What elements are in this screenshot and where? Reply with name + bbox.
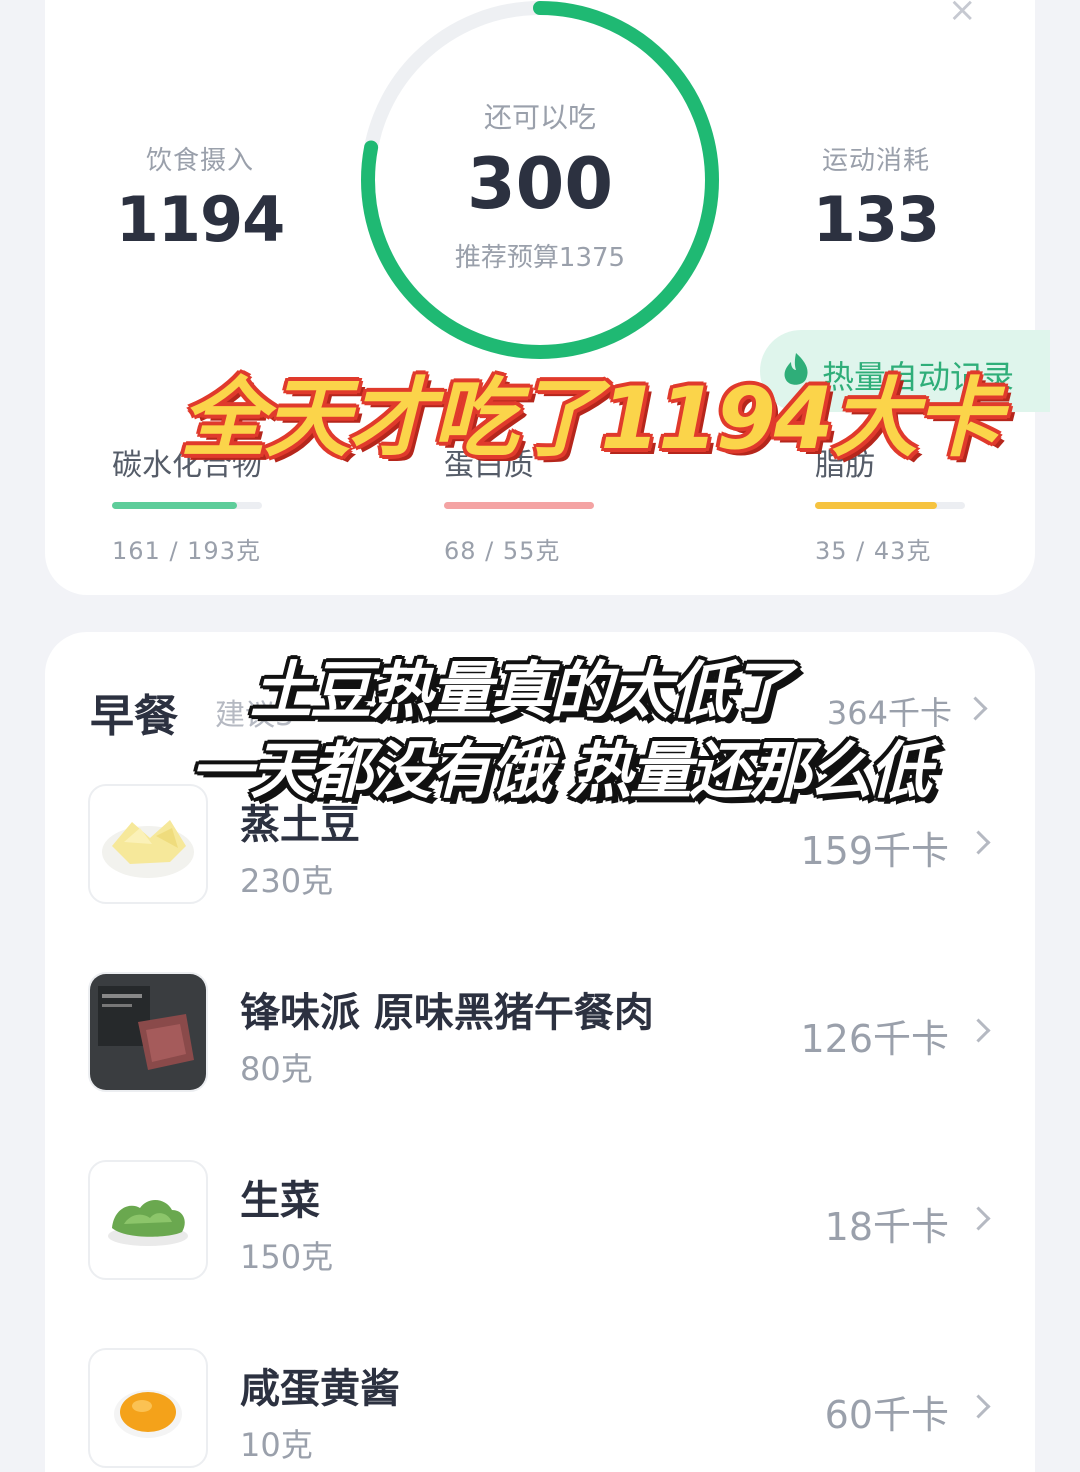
intake-stat[interactable]: 饮食摄入 1194	[110, 140, 290, 256]
egg-yolk-sauce-thumbnail	[88, 1348, 208, 1468]
remaining-label: 还可以吃	[483, 101, 596, 134]
headline-caption: 全天才吃了1194大卡	[180, 369, 1001, 469]
food-item-row[interactable]: 咸蛋黄酱 10克 60千卡	[88, 1348, 993, 1468]
remaining-value: 300	[466, 143, 614, 225]
burn-value: 133	[812, 183, 940, 256]
caption-line-2: 一天都没有饿 热量还那么低	[190, 734, 932, 807]
luncheon-meat-image	[90, 974, 206, 1090]
chevron-right-icon	[966, 1394, 991, 1419]
food-name: 生菜	[240, 1178, 320, 1224]
luncheon-meat-thumbnail	[88, 972, 208, 1092]
food-kcal: 159千卡	[800, 829, 949, 873]
chevron-right-icon	[966, 1206, 991, 1231]
chevron-right-icon	[966, 830, 991, 855]
macro-bar	[444, 502, 594, 509]
intake-label: 饮食摄入	[145, 146, 254, 176]
exercise-burn-stat[interactable]: 运动消耗 133	[786, 140, 966, 256]
food-amount: 10克	[240, 1426, 313, 1464]
macro-bar-fill	[444, 502, 594, 509]
macro-bar-fill	[112, 502, 237, 509]
macro-bar	[112, 502, 262, 509]
food-amount: 80克	[240, 1050, 313, 1088]
close-icon[interactable]: ×	[948, 0, 977, 30]
food-amount: 150克	[240, 1238, 334, 1276]
egg-yolk-sauce-image	[114, 1390, 182, 1438]
macro-bar	[815, 502, 965, 509]
macro-amount: 35 / 43克	[815, 537, 932, 565]
lettuce-thumbnail	[88, 1160, 208, 1280]
recommended-budget: 推荐预算1375	[454, 243, 626, 273]
intake-value: 1194	[115, 183, 286, 256]
food-item-row[interactable]: 锋味派 原味黑猪午餐肉 80克 126千卡	[88, 972, 993, 1092]
burn-label: 运动消耗	[821, 146, 930, 176]
food-name: 锋味派 原味黑猪午餐肉	[240, 990, 654, 1036]
food-name: 咸蛋黄酱	[240, 1366, 400, 1412]
macro-bar-fill	[815, 502, 937, 509]
food-kcal: 60千卡	[824, 1393, 949, 1437]
food-kcal: 126千卡	[800, 1017, 949, 1061]
macro-amount: 68 / 55克	[444, 537, 561, 565]
macro-amount: 161 / 193克	[112, 537, 261, 565]
lettuce-image	[108, 1199, 188, 1246]
caption-line-1: 土豆热量真的太低了	[249, 654, 792, 727]
food-amount: 230克	[240, 862, 334, 900]
food-kcal: 18千卡	[824, 1205, 949, 1249]
chevron-right-icon	[966, 1018, 991, 1043]
food-item-row[interactable]: 生菜 150克 18千卡	[88, 1160, 993, 1280]
